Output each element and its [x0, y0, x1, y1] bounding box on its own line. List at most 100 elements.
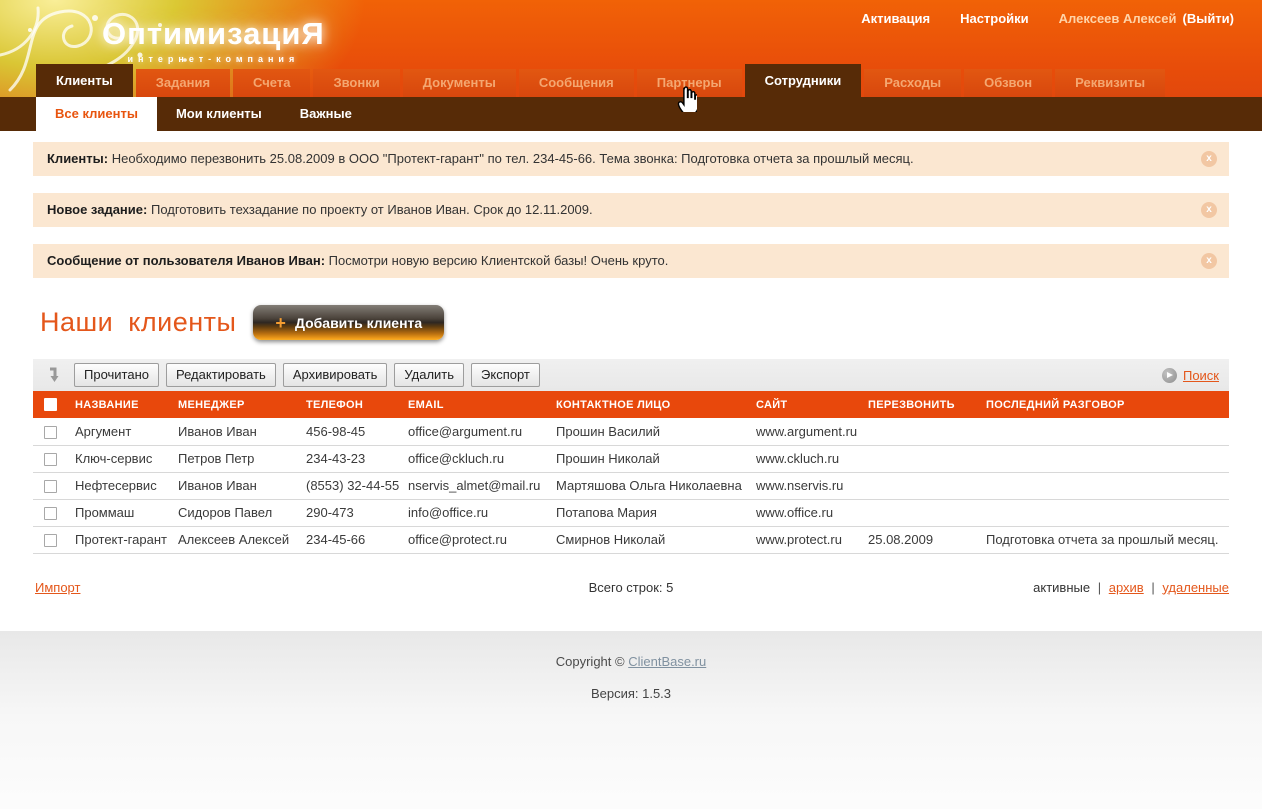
row-checkbox[interactable] [43, 507, 57, 521]
cell-phone: 234-43-23 [306, 451, 366, 466]
filter-deleted[interactable]: удаленные [1162, 580, 1229, 595]
table-row[interactable]: Ключ-сервис Петров Петр 234-43-23 office… [33, 445, 1229, 472]
col-callback[interactable]: ПЕРЕЗВОНИТЬ [860, 391, 978, 418]
tab-dialing[interactable]: Обзвон [964, 69, 1053, 97]
cell-last-talk: Подготовка отчета за прошлый месяц. [986, 532, 1219, 547]
cell-contact: Мартяшова Ольга Николаевна [556, 478, 742, 493]
delete-button[interactable]: Удалить [394, 363, 465, 387]
table-header-row: НАЗВАНИЕ МЕНЕДЖЕР ТЕЛЕФОН EMAIL КОНТАКТН… [33, 391, 1229, 418]
subtab-important[interactable]: Важные [281, 97, 371, 131]
separator: | [1097, 579, 1102, 595]
logout-link[interactable]: (Выйти) [1183, 11, 1235, 26]
current-user-link[interactable]: Алексеев Алексей [1059, 11, 1177, 26]
cell-name: Проммаш [75, 505, 135, 520]
tab-partners[interactable]: Партнеры [636, 69, 742, 97]
archive-button[interactable]: Архивировать [282, 363, 388, 387]
cell-name: Аргумент [75, 423, 132, 439]
list-footer: Импорт Всего строк: 5 активные | архив |… [33, 580, 1229, 598]
notification-message: Сообщение от пользователя Иванов Иван: П… [33, 244, 1229, 278]
subtab-my-clients[interactable]: Мои клиенты [157, 97, 281, 131]
filter-archive[interactable]: архив [1109, 580, 1144, 595]
plus-icon: + [275, 312, 286, 333]
edit-button[interactable]: Редактировать [166, 363, 276, 387]
cell-last-talk [978, 499, 1229, 526]
cell-manager: Сидоров Павел [178, 505, 273, 520]
row-checkbox[interactable] [43, 453, 57, 467]
tab-requisites[interactable]: Реквизиты [1055, 69, 1166, 97]
table-row[interactable]: Нефтесервис Иванов Иван (8553) 32-44-55 … [33, 472, 1229, 499]
filter-links: активные | архив | удаленные [1033, 580, 1229, 595]
tab-employees[interactable]: Сотрудники [744, 64, 862, 97]
search-icon[interactable] [1161, 367, 1177, 383]
title-row: Наши клиенты + Добавить клиента [33, 305, 1229, 340]
col-last-talk[interactable]: ПОСЛЕДНИЙ РАЗГОВОР [978, 391, 1229, 418]
logo-title: ОптимизациЯ [102, 16, 325, 51]
cell-email: office@argument.ru [408, 423, 523, 439]
cell-site: www.ckluch.ru [756, 451, 840, 466]
cell-email: nservis_almet@mail.ru [408, 478, 541, 493]
notification-text: Посмотри новую версию Клиентской базы! О… [328, 253, 669, 268]
move-down-icon[interactable] [48, 367, 61, 383]
cell-callback [860, 499, 978, 526]
close-icon[interactable]: x [1201, 151, 1217, 167]
read-button[interactable]: Прочитано [74, 363, 159, 387]
cell-last-talk [978, 445, 1229, 472]
tab-clients[interactable]: Клиенты [36, 64, 133, 97]
notification-text: Подготовить техзадание по проекту от Ива… [150, 202, 593, 217]
header-links: Активация Настройки Алексеев Алексей (Вы… [861, 11, 1234, 26]
settings-link[interactable]: Настройки [960, 11, 1029, 26]
close-icon[interactable]: x [1201, 202, 1217, 218]
col-site[interactable]: САЙТ [748, 391, 860, 418]
cell-contact: Прошин Николай [556, 451, 660, 466]
cell-site: www.nservis.ru [756, 478, 844, 493]
add-client-button[interactable]: + Добавить клиента [253, 305, 445, 340]
cell-last-talk [978, 472, 1229, 499]
separator: | [1151, 579, 1155, 595]
search-link[interactable]: Поиск [1183, 368, 1219, 383]
row-checkbox[interactable] [43, 425, 57, 439]
tab-documents[interactable]: Документы [402, 69, 516, 97]
row-checkbox[interactable] [43, 480, 57, 494]
tab-expenses[interactable]: Расходы [864, 69, 962, 97]
subtab-all-clients[interactable]: Все клиенты [36, 97, 157, 131]
tab-calls[interactable]: Звонки [313, 69, 400, 97]
export-button[interactable]: Экспорт [471, 363, 540, 387]
tab-messages[interactable]: Сообщения [518, 69, 634, 97]
version-text: Версия: 1.5.3 [590, 685, 672, 701]
col-phone[interactable]: ТЕЛЕФОН [298, 391, 400, 418]
close-icon[interactable]: x [1201, 253, 1217, 269]
copyright-line: Copyright © ClientBase.ru [0, 654, 1262, 669]
col-contact[interactable]: КОНТАКТНОЕ ЛИЦО [548, 391, 748, 418]
col-name[interactable]: НАЗВАНИЕ [67, 391, 170, 418]
notification-label: Новое задание: [47, 202, 148, 217]
cell-site: www.argument.ru [756, 423, 858, 439]
cell-last-talk [978, 418, 1229, 445]
cell-callback [860, 418, 978, 445]
cell-name: Ключ-сервис [75, 451, 153, 466]
activation-link[interactable]: Активация [861, 11, 930, 26]
row-checkbox[interactable] [43, 534, 57, 548]
page-title: Наши клиенты [40, 307, 237, 337]
table-row[interactable]: Аргумент Иванов Иван 456-98-45 office@ar… [33, 418, 1229, 445]
cell-site: www.office.ru [756, 505, 834, 520]
logo: ОптимизациЯ интернет-компания [102, 16, 325, 64]
search-area: Поиск [1161, 367, 1219, 383]
tab-tasks[interactable]: Задания [135, 69, 231, 97]
table-row[interactable]: Проммаш Сидоров Павел 290-473 info@offic… [33, 499, 1229, 526]
clientbase-link[interactable]: ClientBase.ru [628, 654, 706, 669]
cell-email: info@office.ru [408, 505, 489, 520]
copyright-text: Copyright © [555, 653, 625, 669]
col-manager[interactable]: МЕНЕДЖЕР [170, 391, 298, 418]
cell-manager: Иванов Иван [178, 478, 257, 493]
col-email[interactable]: EMAIL [400, 391, 548, 418]
filter-active[interactable]: активные [1033, 580, 1090, 595]
select-all-checkbox[interactable] [43, 398, 57, 411]
tab-invoices[interactable]: Счета [233, 69, 311, 97]
logo-subtitle: интернет-компания [127, 54, 300, 64]
toolbar: Прочитано Редактировать Архивировать Уда… [33, 359, 1229, 391]
cell-phone: (8553) 32-44-55 [306, 478, 400, 493]
add-client-label: Добавить клиента [294, 314, 423, 331]
cell-contact: Прошин Василий [556, 423, 661, 439]
table-row[interactable]: Протект-гарант Алексеев Алексей 234-45-6… [33, 526, 1229, 553]
cell-site: www.protect.ru [756, 532, 842, 547]
